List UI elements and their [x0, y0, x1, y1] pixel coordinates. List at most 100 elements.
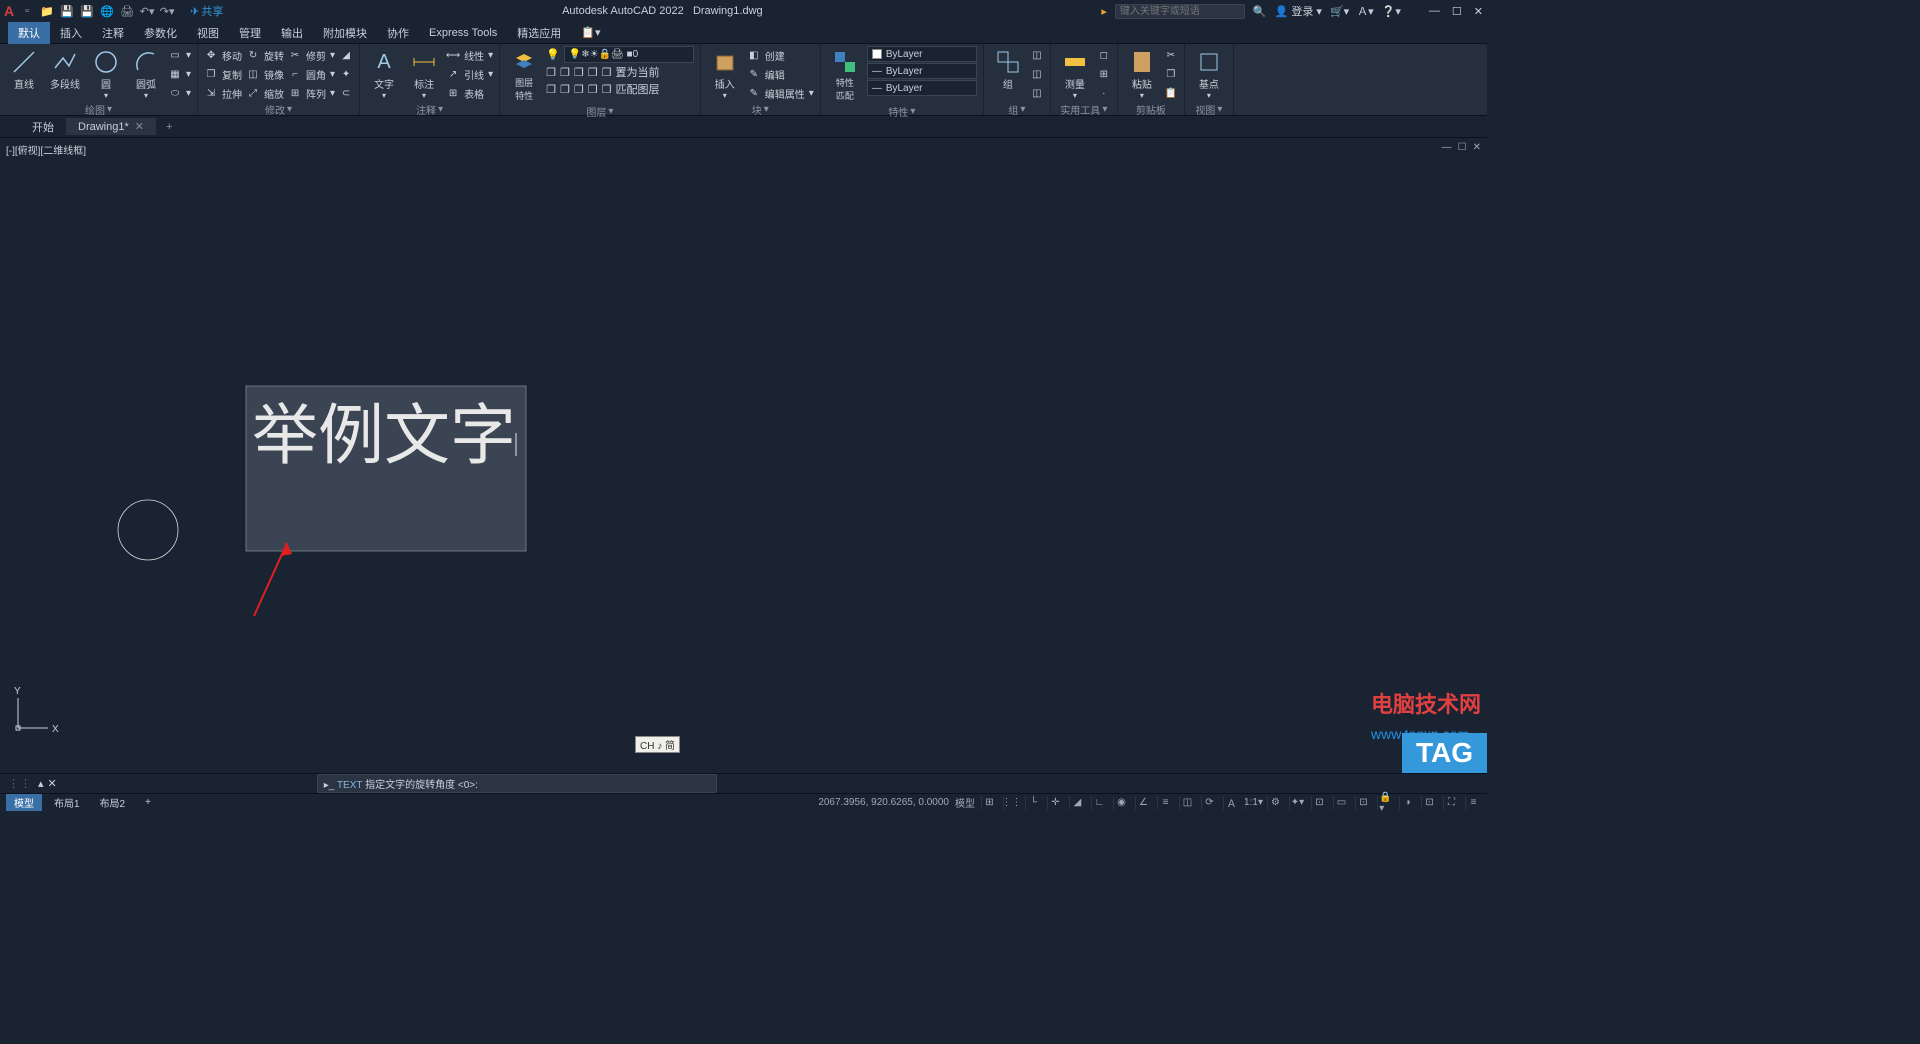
- quick-props-icon[interactable]: ⊡: [1355, 796, 1371, 810]
- group-edit-button[interactable]: ◫: [1030, 65, 1044, 83]
- select-button[interactable]: ◻: [1097, 46, 1111, 64]
- rectangle-button[interactable]: ▭▾: [168, 46, 191, 64]
- group-button[interactable]: 组: [990, 46, 1026, 93]
- gear-icon[interactable]: ⚙: [1267, 796, 1283, 810]
- search-input[interactable]: [1115, 4, 1245, 19]
- group-bbox-button[interactable]: ◫: [1030, 84, 1044, 102]
- plot-icon[interactable]: 🖨: [120, 4, 134, 18]
- circle-button[interactable]: 圆▾: [88, 46, 124, 102]
- canvas[interactable]: 举例文字 X Y: [0, 138, 1487, 773]
- save-icon[interactable]: 💾: [60, 4, 74, 18]
- create-block-button[interactable]: ◧创建: [747, 46, 814, 64]
- tab-insert[interactable]: 插入: [50, 22, 92, 44]
- snap-icon[interactable]: ⋮⋮: [1003, 796, 1019, 810]
- layout2-tab[interactable]: 布局2: [92, 794, 134, 811]
- tab-collab[interactable]: 协作: [377, 22, 419, 44]
- point-button[interactable]: ·: [1097, 84, 1111, 102]
- tab-more-icon[interactable]: 📋▾: [571, 23, 610, 42]
- set-current-button[interactable]: 置为当前: [615, 64, 659, 80]
- help-icon[interactable]: ❔▾: [1382, 5, 1401, 18]
- model-space-button[interactable]: 模型: [955, 795, 975, 810]
- ungroup-button[interactable]: ◫: [1030, 46, 1044, 64]
- search-icon[interactable]: 🔍: [1253, 5, 1267, 18]
- layer-tool7-icon[interactable]: ❐: [560, 83, 570, 96]
- line-button[interactable]: 直线: [6, 46, 42, 93]
- web-icon[interactable]: 🌐: [100, 4, 114, 18]
- open-icon[interactable]: 📁: [40, 4, 54, 18]
- lock-ui-icon[interactable]: 🔒▾: [1377, 796, 1393, 810]
- cmd-history-icon[interactable]: ▴: [38, 777, 44, 790]
- tab-featured[interactable]: 精选应用: [507, 22, 571, 44]
- layer-tool10-icon[interactable]: ❐: [602, 83, 612, 96]
- rotate-button[interactable]: ↻旋转: [246, 46, 284, 64]
- calc-button[interactable]: ⊞: [1097, 65, 1111, 83]
- layer-dropdown[interactable]: 💡❄☀🔒🖨 ■ 0: [564, 46, 694, 63]
- color-dropdown[interactable]: ByLayer: [867, 46, 977, 62]
- minimize-button[interactable]: —: [1429, 5, 1440, 18]
- move-button[interactable]: ✥移动: [204, 46, 242, 64]
- undo-icon[interactable]: ↶▾: [140, 4, 154, 18]
- trim-button[interactable]: ✂修剪 ▾: [288, 46, 335, 64]
- layer-tool9-icon[interactable]: ❐: [588, 83, 598, 96]
- layer-tool-icon[interactable]: ❐: [546, 66, 556, 79]
- hatch-button[interactable]: ▦▾: [168, 65, 191, 83]
- array-button[interactable]: ⊞阵列 ▾: [288, 84, 335, 102]
- iso-icon[interactable]: ◢: [1069, 796, 1085, 810]
- units-icon[interactable]: ▭: [1333, 796, 1349, 810]
- isolate-icon[interactable]: ◑: [1399, 796, 1415, 810]
- add-layout-button[interactable]: +: [137, 796, 159, 809]
- vp-minimize-icon[interactable]: —: [1442, 142, 1452, 153]
- start-tab[interactable]: 开始: [20, 117, 66, 137]
- cmd-handle-icon[interactable]: ⋮⋮: [8, 777, 32, 790]
- layer-tool3-icon[interactable]: ❐: [574, 66, 584, 79]
- lwt-icon[interactable]: ≡: [1157, 796, 1173, 810]
- customize-icon[interactable]: ≡: [1465, 796, 1481, 810]
- cycling-icon[interactable]: ⟳: [1201, 796, 1217, 810]
- ortho-icon[interactable]: └: [1025, 796, 1041, 810]
- tab-default[interactable]: 默认: [8, 22, 50, 44]
- tab-output[interactable]: 输出: [271, 22, 313, 44]
- cart-icon[interactable]: 🛒▾: [1330, 5, 1349, 18]
- hardware-icon[interactable]: ⊡: [1421, 796, 1437, 810]
- scale-button[interactable]: ⤢缩放: [246, 84, 284, 102]
- file-tab-drawing1[interactable]: Drawing1*✕: [66, 118, 156, 135]
- offset-button[interactable]: ⊂: [339, 84, 353, 102]
- layer-tool5-icon[interactable]: ❐: [602, 66, 612, 79]
- redo-icon[interactable]: ↷▾: [160, 4, 174, 18]
- tab-parametric[interactable]: 参数化: [134, 22, 187, 44]
- erase-button[interactable]: ◢: [339, 46, 353, 64]
- layout1-tab[interactable]: 布局1: [46, 794, 88, 811]
- close-button[interactable]: ✕: [1474, 5, 1483, 18]
- maximize-button[interactable]: ☐: [1452, 5, 1462, 18]
- insert-block-button[interactable]: 插入▾: [707, 46, 743, 102]
- polar-icon[interactable]: ✛: [1047, 796, 1063, 810]
- layer-tool2-icon[interactable]: ❐: [560, 66, 570, 79]
- vp-maximize-icon[interactable]: ☐: [1458, 142, 1467, 153]
- info-icon[interactable]: ▸: [1101, 5, 1107, 18]
- anno-monitor-icon[interactable]: ⊡: [1311, 796, 1327, 810]
- cmd-customize-icon[interactable]: ✕: [48, 777, 57, 790]
- tab-annotate[interactable]: 注释: [92, 22, 134, 44]
- cut-button[interactable]: ✂: [1164, 46, 1178, 64]
- tab-manage[interactable]: 管理: [229, 22, 271, 44]
- fillet-button[interactable]: ⌐圆角 ▾: [288, 65, 335, 83]
- viewport-label[interactable]: [-][俯视][二维线框]: [6, 142, 86, 157]
- saveas-icon[interactable]: 💾: [80, 4, 94, 18]
- lineweight-dropdown[interactable]: — ByLayer: [867, 80, 977, 96]
- transparency-icon[interactable]: ◫: [1179, 796, 1195, 810]
- measure-button[interactable]: 测量▾: [1057, 46, 1093, 102]
- leader-button[interactable]: ↗引线 ▾: [446, 65, 493, 83]
- stretch-button[interactable]: ⇲拉伸: [204, 84, 242, 102]
- paste-button[interactable]: 粘贴▾: [1124, 46, 1160, 102]
- app-menu-icon[interactable]: Ａ▾: [1357, 3, 1374, 19]
- vp-close-icon[interactable]: ✕: [1473, 142, 1481, 153]
- linetype-dropdown[interactable]: — ByLayer: [867, 63, 977, 79]
- otrack-icon[interactable]: ∠: [1135, 796, 1151, 810]
- table-button[interactable]: ⊞表格: [446, 84, 493, 102]
- explode-button[interactable]: ✦: [339, 65, 353, 83]
- clean-screen-icon[interactable]: ⛶: [1443, 796, 1459, 810]
- scale-icon[interactable]: 1:1▾: [1245, 796, 1261, 810]
- layer-state-icon[interactable]: 💡: [546, 48, 560, 61]
- copy-clip-button[interactable]: ❐: [1164, 65, 1178, 83]
- paste-spec-button[interactable]: 📋: [1164, 84, 1178, 102]
